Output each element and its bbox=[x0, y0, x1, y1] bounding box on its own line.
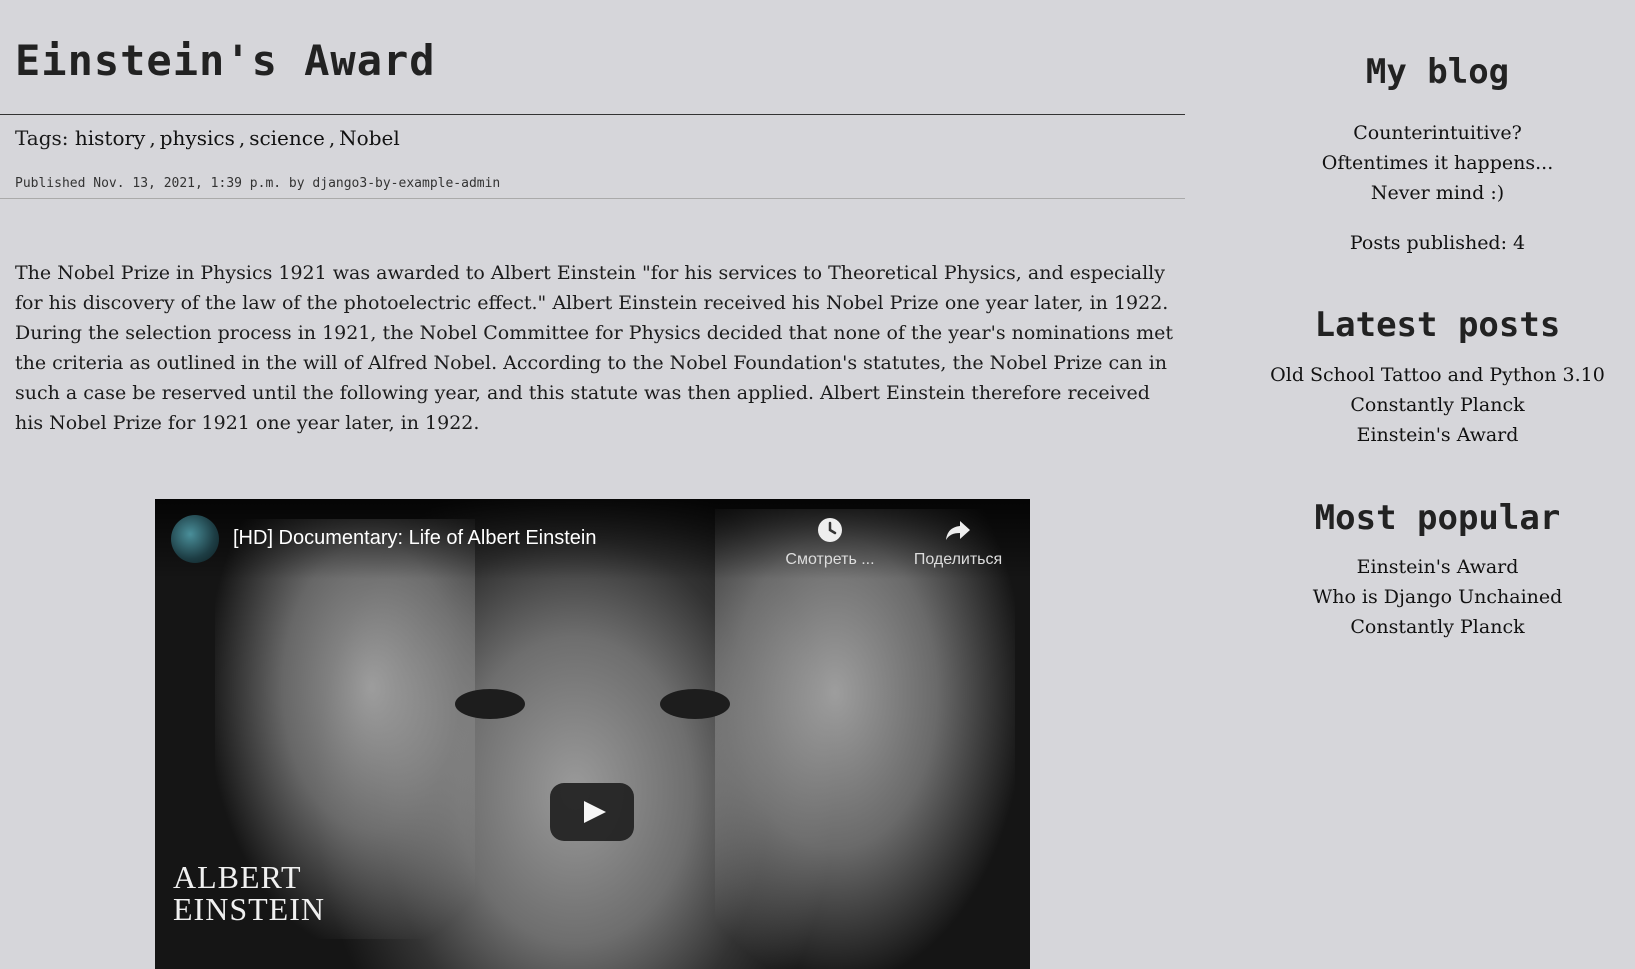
latest-post-link[interactable]: Old School Tattoo and Python 3.10 bbox=[1270, 364, 1605, 386]
share-arrow-icon bbox=[946, 521, 970, 540]
popular-post-link[interactable]: Einstein's Award bbox=[1357, 556, 1519, 578]
video-embed[interactable]: [HD] Documentary: Life of Albert Einstei… bbox=[155, 499, 1030, 969]
tag-link-science[interactable]: science bbox=[249, 126, 325, 150]
video-caption: ALBERT EINSTEIN bbox=[173, 861, 325, 925]
title-divider bbox=[0, 114, 1185, 115]
latest-post-link[interactable]: Einstein's Award bbox=[1357, 424, 1519, 446]
video-frame-image bbox=[660, 689, 730, 719]
watch-later-label: Смотреть ... bbox=[785, 551, 875, 568]
tags-label: Tags: bbox=[15, 126, 69, 150]
blog-title: My blog bbox=[1365, 52, 1510, 92]
post-content: Einstein's Award Tags: history, physics, s… bbox=[0, 0, 1185, 969]
most-popular-heading: Most popular bbox=[1314, 498, 1561, 538]
share-label: Поделиться bbox=[913, 551, 1003, 568]
clock-icon bbox=[818, 518, 842, 542]
tag-link-nobel[interactable]: Nobel bbox=[339, 126, 400, 150]
post-meta: Published Nov. 13, 2021, 1:39 p.m. by dj… bbox=[15, 176, 501, 191]
tagline-line: Counterintuitive? bbox=[1353, 122, 1522, 144]
tag-link-physics[interactable]: physics bbox=[160, 126, 235, 150]
play-button[interactable] bbox=[550, 783, 634, 841]
post-title: Einstein's Award bbox=[15, 36, 436, 85]
channel-avatar[interactable] bbox=[171, 515, 219, 563]
meta-divider bbox=[0, 198, 1185, 199]
tag-separator: , bbox=[328, 126, 336, 150]
caption-line: ALBERT bbox=[173, 859, 302, 895]
video-frame-image bbox=[455, 689, 525, 719]
tag-link-history[interactable]: history bbox=[75, 126, 145, 150]
tagline-line: Oftentimes it happens... bbox=[1321, 152, 1554, 174]
share-button[interactable]: Поделиться bbox=[903, 517, 1013, 569]
watch-later-button[interactable]: Смотреть ... bbox=[775, 517, 885, 569]
tags-line: Tags: history, physics, science, Nobel bbox=[15, 126, 400, 150]
latest-post-link[interactable]: Constantly Planck bbox=[1350, 394, 1524, 416]
popular-post-link[interactable]: Who is Django Unchained bbox=[1313, 586, 1563, 608]
post-body: The Nobel Prize in Physics 1921 was awar… bbox=[15, 262, 1174, 434]
caption-line: EINSTEIN bbox=[173, 891, 325, 927]
posts-published-count: Posts published: 4 bbox=[1349, 232, 1526, 254]
tagline-line: Never mind :) bbox=[1370, 182, 1505, 204]
tag-separator: , bbox=[238, 126, 246, 150]
popular-post-link[interactable]: Constantly Planck bbox=[1350, 616, 1524, 638]
latest-posts-heading: Latest posts bbox=[1314, 305, 1561, 345]
tag-separator: , bbox=[149, 126, 156, 150]
play-icon bbox=[584, 801, 606, 823]
video-title[interactable]: [HD] Documentary: Life of Albert Einstei… bbox=[233, 527, 597, 550]
